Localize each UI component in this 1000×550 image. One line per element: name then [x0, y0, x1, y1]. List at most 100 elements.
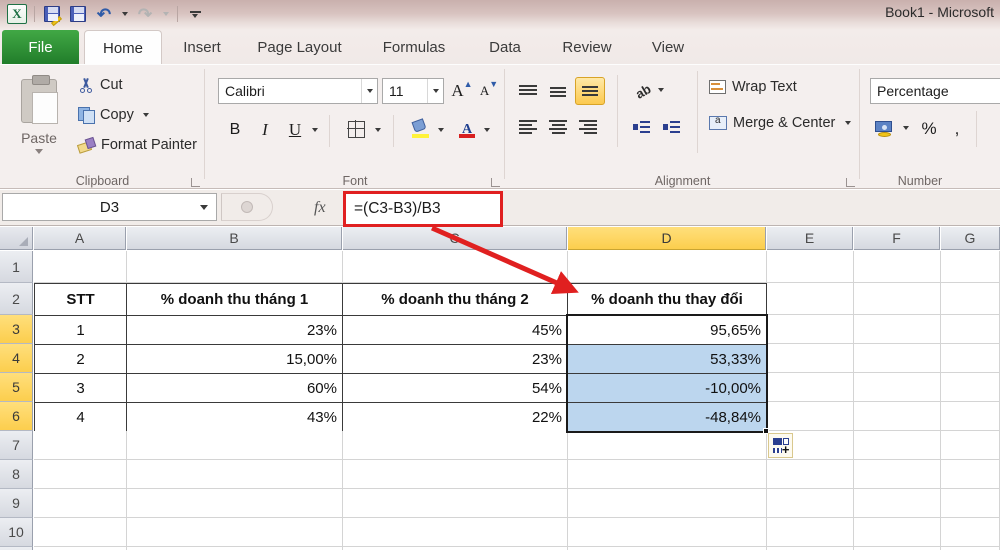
cell-e4[interactable]: [767, 344, 854, 373]
cell-e3[interactable]: [767, 315, 854, 344]
cell-b1[interactable]: [127, 251, 343, 283]
tab-formulas[interactable]: Formulas: [364, 30, 464, 65]
font-color-button[interactable]: A: [457, 117, 477, 141]
decrease-font-size-icon[interactable]: A ▼: [477, 79, 501, 103]
cell-c4[interactable]: 23%: [342, 344, 568, 374]
cell-e2[interactable]: [767, 283, 854, 315]
cell-d3[interactable]: 95,65%: [567, 315, 767, 345]
format-painter-button[interactable]: Format Painter: [78, 137, 197, 153]
tab-view[interactable]: View: [636, 30, 700, 65]
cell-b7[interactable]: [127, 431, 343, 460]
cell-d4[interactable]: 53,33%: [567, 344, 767, 374]
tab-home[interactable]: Home: [84, 30, 162, 65]
cell-b10[interactable]: [127, 518, 343, 547]
accounting-dropdown-icon[interactable]: [900, 121, 912, 135]
chevron-down-icon[interactable]: [200, 204, 208, 210]
merge-center-button[interactable]: Merge & Center: [709, 115, 852, 131]
cell-f4[interactable]: [854, 344, 941, 373]
cell-c2[interactable]: % doanh thu tháng 2: [342, 283, 568, 316]
cell-g5[interactable]: [941, 373, 1000, 402]
cell-e5[interactable]: [767, 373, 854, 402]
alignment-dialog-launcher-icon[interactable]: [845, 176, 856, 187]
row-header-6[interactable]: 6: [0, 402, 33, 431]
cell-c7[interactable]: [343, 431, 568, 460]
cell-d5[interactable]: -10,00%: [567, 373, 767, 403]
cell-c3[interactable]: 45%: [342, 315, 568, 345]
cell-c8[interactable]: [343, 460, 568, 489]
formula-input[interactable]: =(C3-B3)/B3: [343, 191, 503, 227]
cell-g4[interactable]: [941, 344, 1000, 373]
tab-data[interactable]: Data: [474, 30, 536, 65]
chevron-down-icon[interactable]: [361, 79, 377, 103]
cell-a8[interactable]: [34, 460, 127, 489]
undo-dropdown-icon[interactable]: [119, 3, 130, 25]
column-header-c[interactable]: C: [343, 227, 567, 250]
cell-f3[interactable]: [854, 315, 941, 344]
tab-page-layout[interactable]: Page Layout: [242, 30, 357, 65]
wrap-text-button[interactable]: Wrap Text: [709, 79, 797, 95]
column-header-f[interactable]: F: [854, 227, 940, 250]
row-header-4[interactable]: 4: [0, 344, 33, 373]
decrease-indent-icon[interactable]: [629, 115, 655, 139]
cell-a10[interactable]: [34, 518, 127, 547]
tab-review[interactable]: Review: [546, 30, 628, 65]
tab-insert[interactable]: Insert: [166, 30, 238, 65]
cell-g10[interactable]: [941, 518, 1000, 547]
align-left-icon[interactable]: [515, 115, 541, 139]
fill-color-dropdown-icon[interactable]: [435, 123, 447, 137]
cell-d6[interactable]: -48,84%: [567, 402, 767, 432]
font-name-select[interactable]: Calibri: [218, 78, 378, 104]
cell-d8[interactable]: [568, 460, 767, 489]
cell-a4[interactable]: 2: [34, 344, 127, 374]
redo-icon[interactable]: ↷: [134, 3, 156, 25]
cell-b4[interactable]: 15,00%: [126, 344, 343, 374]
cell-f6[interactable]: [854, 402, 941, 431]
cell-d10[interactable]: [568, 518, 767, 547]
cell-b3[interactable]: 23%: [126, 315, 343, 345]
name-box[interactable]: D3: [2, 193, 217, 221]
auto-fill-options-button[interactable]: +: [768, 433, 793, 458]
cell-b2[interactable]: % doanh thu tháng 1: [126, 283, 343, 316]
cell-d9[interactable]: [568, 489, 767, 518]
orientation-icon[interactable]: ab: [631, 79, 655, 103]
cell-e10[interactable]: [767, 518, 854, 547]
font-size-select[interactable]: 11: [382, 78, 444, 104]
borders-dropdown-icon[interactable]: [372, 123, 384, 137]
cell-a2[interactable]: STT: [34, 283, 127, 316]
cell-g7[interactable]: [941, 431, 1000, 460]
chevron-down-icon[interactable]: [427, 79, 443, 103]
row-header-2[interactable]: 2: [0, 283, 33, 315]
cell-c10[interactable]: [343, 518, 568, 547]
cell-e6[interactable]: [767, 402, 854, 431]
cell-a6[interactable]: 4: [34, 402, 127, 432]
cell-f8[interactable]: [854, 460, 941, 489]
cell-b9[interactable]: [127, 489, 343, 518]
cell-c9[interactable]: [343, 489, 568, 518]
row-header-10[interactable]: 10: [0, 518, 33, 547]
cell-e8[interactable]: [767, 460, 854, 489]
column-header-b[interactable]: B: [127, 227, 342, 250]
excel-app-icon[interactable]: X: [6, 3, 28, 25]
customize-qat-icon[interactable]: [184, 3, 206, 25]
row-header-8[interactable]: 8: [0, 460, 33, 489]
font-dialog-launcher-icon[interactable]: [490, 176, 501, 187]
cell-b8[interactable]: [127, 460, 343, 489]
select-all-button[interactable]: [0, 227, 33, 250]
save-as-icon[interactable]: [41, 3, 63, 27]
cell-d1[interactable]: [568, 251, 767, 283]
borders-button[interactable]: [345, 118, 367, 140]
cell-d2[interactable]: % doanh thu thay đổi: [567, 283, 767, 316]
accounting-format-icon[interactable]: [872, 117, 898, 141]
increase-indent-icon[interactable]: [659, 115, 685, 139]
italic-button[interactable]: I: [253, 117, 277, 143]
align-top-icon[interactable]: [515, 79, 541, 103]
cell-f7[interactable]: [854, 431, 941, 460]
orientation-dropdown-icon[interactable]: [655, 83, 667, 97]
font-color-dropdown-icon[interactable]: [481, 123, 493, 137]
cell-c1[interactable]: [343, 251, 568, 283]
comma-style-button[interactable]: ,: [946, 117, 968, 141]
row-header-9[interactable]: 9: [0, 489, 33, 518]
column-header-g[interactable]: G: [941, 227, 1000, 250]
clipboard-dialog-launcher-icon[interactable]: [190, 176, 201, 187]
column-header-e[interactable]: E: [767, 227, 853, 250]
